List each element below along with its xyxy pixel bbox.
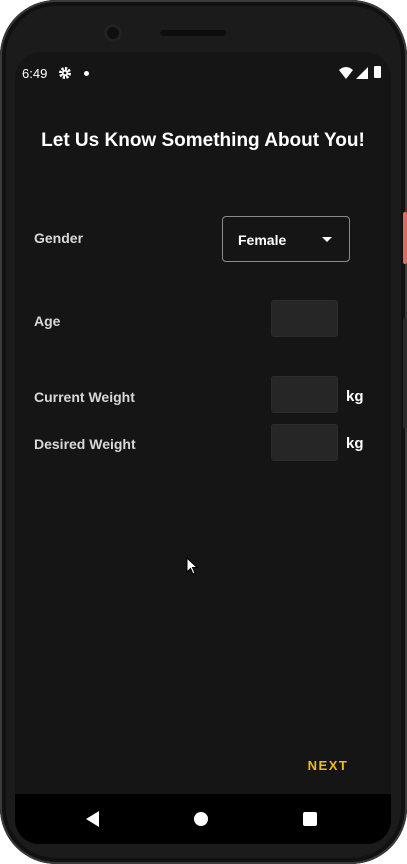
notification-dot-icon	[84, 71, 89, 76]
earpiece-speaker	[160, 30, 226, 36]
chevron-down-icon	[322, 237, 332, 242]
current-weight-unit: kg	[346, 388, 364, 405]
home-icon[interactable]	[194, 812, 208, 826]
status-time: 6:49	[22, 66, 48, 81]
app-screen: 6:49 Let Us Know Something About You! Ge…	[15, 52, 391, 844]
status-bar: 6:49	[15, 52, 391, 94]
age-input[interactable]	[271, 300, 338, 337]
current-weight-label: Current Weight	[34, 389, 135, 405]
battery-icon	[374, 66, 381, 78]
gender-label: Gender	[34, 230, 84, 246]
power-button	[403, 212, 407, 264]
back-icon[interactable]	[86, 811, 100, 832]
mouse-pointer-icon	[186, 556, 199, 580]
desired-weight-input[interactable]	[271, 424, 338, 461]
desired-weight-unit: kg	[346, 435, 364, 452]
next-button[interactable]: NEXT	[298, 752, 358, 780]
gender-dropdown[interactable]: Female	[222, 216, 350, 262]
system-nav-bar	[15, 794, 391, 844]
current-weight-input[interactable]	[271, 376, 338, 413]
page-title: Let Us Know Something About You!	[41, 130, 365, 151]
age-label: Age	[34, 313, 61, 329]
signal-icon	[356, 67, 368, 82]
gender-dropdown-value: Female	[238, 232, 287, 248]
device-frame: 6:49 Let Us Know Something About You! Ge…	[0, 0, 407, 864]
volume-button	[403, 318, 407, 428]
recents-icon[interactable]	[303, 812, 317, 826]
front-camera	[104, 24, 122, 42]
wifi-icon	[339, 67, 353, 82]
gear-icon	[58, 66, 72, 80]
desired-weight-label: Desired Weight	[34, 436, 136, 452]
